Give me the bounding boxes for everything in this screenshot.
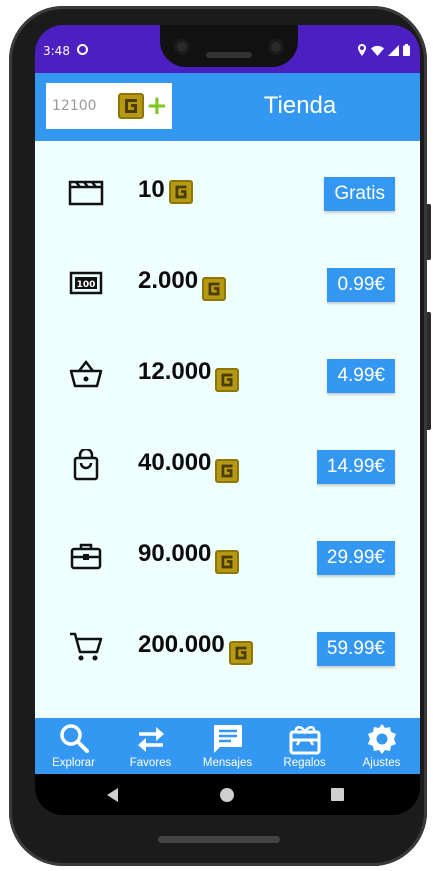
- list-item: 100 2.000 0.99€: [35, 253, 420, 313]
- clapperboard-icon: [68, 180, 104, 206]
- status-icons: [357, 44, 410, 56]
- nav-label: Explorar: [52, 757, 95, 769]
- list-item: 90.000 29.99€: [35, 526, 420, 586]
- plus-icon[interactable]: +: [146, 93, 168, 119]
- nav-favores[interactable]: Favores: [112, 718, 189, 774]
- buy-button[interactable]: 59.99€: [316, 632, 395, 666]
- list-item: 200.000 59.99€: [35, 617, 420, 677]
- nav-ajustes[interactable]: Ajustes: [343, 718, 420, 774]
- screen: 3:48 12100 + Tienda 10 Gratis 100 2.000 …: [35, 25, 420, 815]
- earpiece: [206, 52, 252, 58]
- nav-regalos[interactable]: Regalos: [266, 718, 343, 774]
- home-icon[interactable]: [220, 788, 234, 802]
- bottom-speaker: [158, 836, 280, 843]
- signal-icon: [388, 44, 399, 56]
- coin-amount: 200.000: [138, 631, 253, 665]
- app-header: 12100 + Tienda: [35, 73, 420, 141]
- balance-value: 12100: [52, 98, 97, 114]
- buy-button[interactable]: 4.99€: [327, 359, 395, 393]
- bag-icon: [73, 449, 99, 481]
- money-icon: 100: [69, 271, 103, 295]
- shop-list: 10 Gratis 100 2.000 0.99€ 12.000 4.99€ 4…: [35, 141, 420, 718]
- location-icon: [358, 44, 366, 56]
- search-icon: [59, 724, 89, 753]
- coin-icon: [202, 277, 227, 301]
- briefcase-icon: [70, 543, 102, 570]
- coin-amount: 2.000: [138, 267, 227, 301]
- amount-value: 12.000: [138, 358, 212, 385]
- list-item: 40.000 14.99€: [35, 435, 420, 495]
- status-bar: 3:48: [35, 25, 420, 73]
- message-icon: [213, 725, 242, 753]
- back-icon[interactable]: [107, 788, 118, 802]
- nav-label: Ajustes: [362, 757, 401, 769]
- nav-explorar[interactable]: Explorar: [35, 718, 112, 774]
- list-item: 12.000 4.99€: [35, 344, 420, 404]
- buy-button[interactable]: 29.99€: [316, 541, 395, 575]
- phone-frame: 3:48 12100 + Tienda 10 Gratis 100 2.000 …: [9, 6, 427, 866]
- svg-text:100: 100: [77, 280, 96, 290]
- cart-icon: [70, 632, 103, 661]
- nav-mensajes[interactable]: Mensajes: [189, 718, 266, 774]
- coin-icon: [215, 459, 240, 483]
- amount-value: 200.000: [138, 631, 225, 658]
- battery-icon: [403, 44, 410, 56]
- amount-value: 10: [138, 176, 165, 203]
- balance-box[interactable]: 12100 +: [46, 83, 172, 129]
- nav-label: Mensajes: [202, 757, 253, 769]
- gift-icon: [289, 726, 320, 755]
- nav-label: Regalos: [283, 757, 326, 769]
- status-time: 3:48: [43, 44, 70, 58]
- amount-value: 90.000: [138, 540, 212, 567]
- swap-icon: [137, 727, 164, 752]
- amount-value: 2.000: [138, 267, 199, 294]
- coin-amount: 12.000: [138, 358, 240, 392]
- dnd-icon: [77, 44, 88, 55]
- buy-button[interactable]: 14.99€: [316, 450, 395, 484]
- bottom-nav: Explorar Favores Mensajes Regalos Ajuste…: [35, 718, 420, 774]
- amount-value: 40.000: [138, 449, 212, 476]
- recents-icon[interactable]: [331, 788, 344, 801]
- coin-icon: [168, 180, 193, 204]
- coin-icon: [215, 550, 240, 574]
- buy-button[interactable]: Gratis: [324, 177, 395, 211]
- coin-icon: [228, 641, 253, 665]
- coin-amount: 90.000: [138, 540, 240, 574]
- system-nav: [35, 774, 420, 815]
- list-item: 10 Gratis: [35, 162, 420, 222]
- page-title: Tienda: [263, 92, 337, 119]
- coin-icon: [215, 368, 240, 392]
- gear-icon: [367, 724, 396, 754]
- coin-icon: [118, 93, 144, 119]
- coin-amount: 40.000: [138, 449, 240, 483]
- buy-button[interactable]: 0.99€: [327, 268, 395, 302]
- nav-label: Favores: [129, 757, 172, 769]
- coin-amount: 10: [138, 176, 193, 204]
- front-camera: [174, 39, 190, 55]
- basket-icon: [69, 359, 103, 388]
- camera-notch: [160, 25, 298, 67]
- front-sensor: [268, 39, 284, 55]
- wifi-icon: [371, 45, 384, 56]
